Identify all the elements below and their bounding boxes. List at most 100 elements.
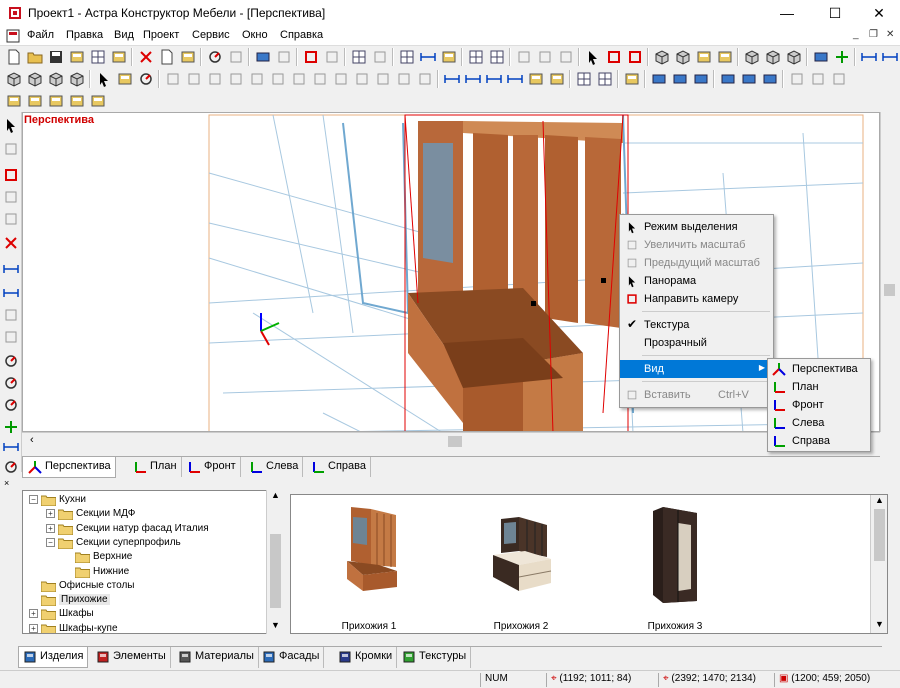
minimize-button[interactable]: — xyxy=(764,0,810,26)
align-top-icon[interactable] xyxy=(442,69,462,89)
grp5-icon[interactable] xyxy=(247,69,267,89)
sum-icon[interactable] xyxy=(439,47,459,67)
tab-products[interactable]: Изделия xyxy=(18,647,89,668)
tree-expander-icon[interactable]: + xyxy=(46,523,55,533)
view-cube3-icon[interactable] xyxy=(784,47,804,67)
pin-icon[interactable] xyxy=(301,47,321,67)
print-icon[interactable] xyxy=(67,47,87,67)
ctx-selection-mode[interactable]: Режим выделения xyxy=(620,218,773,236)
tab-plan[interactable]: План xyxy=(128,457,182,477)
tab-right[interactable]: Справа xyxy=(306,457,371,477)
ext1-icon[interactable] xyxy=(787,69,807,89)
dist-center-icon[interactable] xyxy=(760,69,780,89)
tab-facades[interactable]: Фасады xyxy=(258,647,325,668)
ctx-aim-camera[interactable]: Направить камеру xyxy=(620,290,773,308)
view-cube-icon[interactable] xyxy=(742,47,762,67)
zoom-all-icon[interactable] xyxy=(556,47,576,67)
place-top-icon[interactable] xyxy=(649,69,669,89)
mdi-minimize-button[interactable]: _ xyxy=(853,29,859,40)
align-mid-icon[interactable] xyxy=(463,69,483,89)
grp1-icon[interactable] xyxy=(163,69,183,89)
ctx-transparent[interactable]: Прозрачный xyxy=(620,334,773,352)
panel2-icon[interactable] xyxy=(274,47,294,67)
erase-icon[interactable] xyxy=(2,210,20,228)
box-front-icon[interactable] xyxy=(652,47,672,67)
submenu-right[interactable]: Справа xyxy=(768,432,870,450)
ortho-icon[interactable] xyxy=(811,47,831,67)
document-icon[interactable] xyxy=(6,29,20,43)
save-icon[interactable] xyxy=(46,47,66,67)
drawer-icon[interactable] xyxy=(67,91,87,111)
gallery-scroll-down-icon[interactable]: ▼ xyxy=(875,619,884,629)
ctx-texture[interactable]: ✔ Текстура xyxy=(620,316,773,334)
box-yellow-icon[interactable] xyxy=(694,47,714,67)
menu-file[interactable]: Файл xyxy=(27,29,54,41)
scroll-left-arrow-icon[interactable]: ‹ xyxy=(30,434,34,446)
rotate-z-icon[interactable] xyxy=(2,396,20,414)
select-area2-icon[interactable] xyxy=(547,69,567,89)
dimension-icon[interactable] xyxy=(418,47,438,67)
submenu-plan[interactable]: План xyxy=(768,378,870,396)
tree-scroll-down-icon[interactable]: ▼ xyxy=(271,620,280,630)
gallery-vertical-scrollbar[interactable]: ▲ ▼ xyxy=(870,495,887,633)
dist-left-icon[interactable] xyxy=(718,69,738,89)
move-icon[interactable] xyxy=(322,47,342,67)
grp8-icon[interactable] xyxy=(310,69,330,89)
rotate-b-icon[interactable] xyxy=(2,438,20,456)
insert-icon[interactable] xyxy=(2,166,20,184)
tab-textures[interactable]: Текстуры xyxy=(398,647,472,668)
shade-icon[interactable] xyxy=(25,69,45,89)
zoom-window-icon[interactable] xyxy=(514,47,534,67)
viewport-horizontal-scrollbar[interactable]: ‹ › xyxy=(22,432,880,450)
iso-view-icon[interactable] xyxy=(4,69,24,89)
spellcheck-icon[interactable] xyxy=(109,47,129,67)
ctx-pan[interactable]: Панорама xyxy=(620,272,773,290)
ctx-zoom-in[interactable]: Увеличить масштаб xyxy=(620,236,773,254)
section-icon[interactable] xyxy=(349,47,369,67)
wire-icon[interactable] xyxy=(67,69,87,89)
tab-edges[interactable]: Кромки xyxy=(334,647,398,668)
rotate-panel-icon[interactable] xyxy=(136,69,156,89)
split-icon[interactable] xyxy=(370,47,390,67)
cone-icon[interactable] xyxy=(46,69,66,89)
ext2-icon[interactable] xyxy=(808,69,828,89)
tree-expander-icon[interactable]: − xyxy=(46,537,55,547)
hscroll-thumb[interactable] xyxy=(448,436,462,447)
tab-front[interactable]: Фронт xyxy=(182,457,241,477)
tree-expander-icon[interactable]: + xyxy=(29,623,38,633)
grp11-icon[interactable] xyxy=(373,69,393,89)
box-active-icon[interactable] xyxy=(715,47,735,67)
gallery-item[interactable]: Прихожия 3 xyxy=(605,501,745,632)
rotate-x-icon[interactable] xyxy=(2,352,20,370)
dist-right-icon[interactable] xyxy=(739,69,759,89)
fit-icon[interactable] xyxy=(2,328,20,346)
new-file-icon[interactable] xyxy=(4,47,24,67)
shelf-icon[interactable] xyxy=(4,91,24,111)
rect-icon[interactable] xyxy=(2,188,20,206)
undo-icon[interactable] xyxy=(205,47,225,67)
tab-materials[interactable]: Материалы xyxy=(174,647,259,668)
box-back-icon[interactable] xyxy=(673,47,693,67)
size-v-icon[interactable] xyxy=(2,284,20,302)
align-right-icon[interactable] xyxy=(484,69,504,89)
rotate-g-icon[interactable] xyxy=(2,418,20,436)
tab-perspective[interactable]: Перспектива xyxy=(22,457,116,478)
tab-left[interactable]: Слева xyxy=(244,457,304,477)
catalog-tree[interactable]: − Кухни + Секции МДФ + Секции натур фасад Ита… xyxy=(22,490,284,634)
grp3-icon[interactable] xyxy=(205,69,225,89)
select-area-icon[interactable] xyxy=(526,69,546,89)
panel-icon[interactable] xyxy=(253,47,273,67)
ext3-icon[interactable] xyxy=(829,69,849,89)
tree-vertical-scrollbar[interactable]: ▲ ▼ xyxy=(266,490,284,634)
mdi-restore-button[interactable]: ❐ xyxy=(869,29,878,40)
gallery-scroll-thumb[interactable] xyxy=(874,509,885,561)
material-icon[interactable] xyxy=(622,69,642,89)
axis-icon[interactable] xyxy=(832,47,852,67)
open-folder-icon[interactable] xyxy=(25,47,45,67)
delete-icon[interactable] xyxy=(2,234,20,252)
panel-close-icon[interactable]: × xyxy=(4,478,9,488)
submenu-perspective[interactable]: Перспектива xyxy=(768,360,870,378)
grp7-icon[interactable] xyxy=(289,69,309,89)
fit-height-icon[interactable] xyxy=(595,69,615,89)
panel-splitter[interactable]: × xyxy=(0,478,900,488)
